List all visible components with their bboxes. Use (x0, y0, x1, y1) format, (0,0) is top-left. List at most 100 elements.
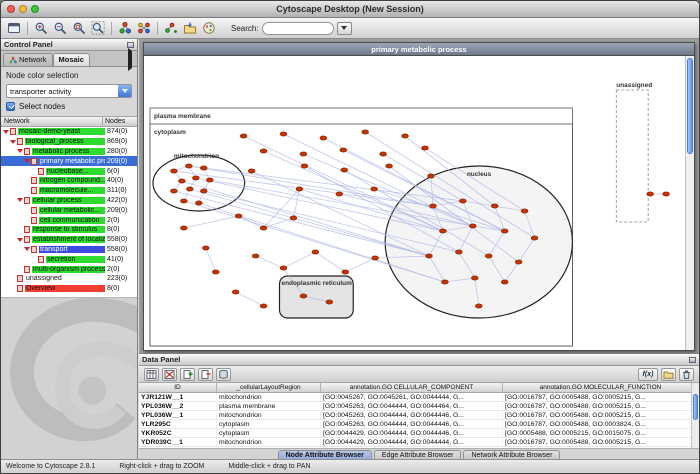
scrollbar-thumb[interactable] (687, 58, 693, 154)
import-attributes-button[interactable] (661, 368, 676, 381)
graph-node[interactable] (426, 254, 433, 258)
network-frame-titlebar[interactable]: primary metabolic process (144, 43, 694, 56)
graph-node[interactable] (200, 189, 207, 193)
new-attribute-button[interactable] (180, 368, 195, 381)
tree-row[interactable]: establishment of localiz...558(0) (1, 235, 137, 245)
tree-column-nodes[interactable]: Nodes (103, 117, 137, 126)
graph-node[interactable] (260, 149, 267, 153)
expand-arrow-icon[interactable] (17, 149, 23, 153)
graph-node[interactable] (195, 201, 202, 205)
graph-node[interactable] (663, 192, 670, 196)
graph-node[interactable] (521, 209, 528, 213)
expand-arrow-icon[interactable] (24, 247, 30, 251)
graph-edge[interactable] (315, 252, 345, 272)
select-nodes-checkbox[interactable] (6, 102, 15, 111)
window-titlebar[interactable]: Cytoscape Desktop (New Session) (1, 1, 699, 18)
table-vscrollbar[interactable] (691, 383, 699, 448)
graph-node[interactable] (212, 270, 219, 274)
graph-node[interactable] (491, 204, 498, 208)
graph-edge[interactable] (345, 258, 375, 272)
network-graph[interactable]: plasma membranecytoplasmmitochondrionnuc… (144, 56, 694, 350)
tree-row[interactable]: secretion41(0) (1, 254, 137, 264)
expand-arrow-icon[interactable] (17, 238, 23, 242)
graph-edge[interactable] (236, 292, 264, 306)
network-overview-button[interactable] (116, 20, 134, 37)
float-panel-icon[interactable] (689, 357, 696, 363)
graph-node[interactable] (252, 254, 259, 258)
graph-node[interactable] (469, 224, 476, 228)
tree-row[interactable]: macromolecule...311(0) (1, 186, 137, 196)
graph-node[interactable] (260, 304, 267, 308)
graph-node[interactable] (515, 260, 522, 264)
table-row[interactable]: YPL036W__1mitochondrion[GO:0045263, GO:0… (139, 411, 699, 420)
import-network-button[interactable] (181, 20, 199, 37)
graph-node[interactable] (260, 226, 267, 230)
graph-node[interactable] (402, 134, 409, 138)
zoom-in-button[interactable] (32, 20, 50, 37)
graph-node[interactable] (180, 199, 187, 203)
first-neighbors-button[interactable] (135, 20, 153, 37)
zoom-window-button[interactable] (31, 5, 39, 13)
graph-node[interactable] (340, 148, 347, 152)
scrollbar-thumb[interactable] (693, 394, 698, 420)
expand-arrow-icon[interactable] (17, 198, 23, 202)
graph-node[interactable] (280, 266, 287, 270)
graph-node[interactable] (200, 166, 207, 170)
network-canvas[interactable]: plasma membranecytoplasmmitochondrionnuc… (144, 56, 694, 350)
graph-node[interactable] (380, 152, 387, 156)
graph-node[interactable] (442, 280, 449, 284)
graph-node[interactable] (280, 132, 287, 136)
tree-row[interactable]: biological_process869(0) (1, 137, 137, 147)
tree-row[interactable]: primary metabolic process209(0) (1, 156, 137, 166)
graph-node[interactable] (290, 216, 297, 220)
table-row[interactable]: YLR295Ccytoplasm[GO:0045263, GO:0044444,… (139, 420, 699, 429)
expand-arrow-icon[interactable] (24, 159, 30, 163)
column-header[interactable]: annotation.GO MOLECULAR_FUNCTION (503, 383, 699, 392)
graph-node[interactable] (206, 178, 213, 182)
dropdown-button[interactable] (118, 85, 131, 97)
tree-row[interactable]: mosaic-demo-yeast874(0) (1, 127, 137, 137)
graph-node[interactable] (320, 136, 327, 140)
zoom-out-button[interactable] (51, 20, 69, 37)
graph-node[interactable] (312, 250, 319, 254)
graph-node[interactable] (336, 192, 343, 196)
column-header[interactable]: annotation.GO CELLULAR_COMPONENT (321, 383, 503, 392)
column-header[interactable]: _cellularLayoutRegion (217, 383, 321, 392)
graph-node[interactable] (342, 270, 349, 274)
graph-node[interactable] (485, 254, 492, 258)
graph-node[interactable] (341, 168, 348, 172)
graph-node[interactable] (180, 226, 187, 230)
tree-row[interactable]: transport558(0) (1, 245, 137, 255)
table-row[interactable]: YPL036W__2plasma membrane[GO:0045263, GO… (139, 402, 699, 411)
attribute-db-button[interactable] (216, 368, 231, 381)
graph-node[interactable] (235, 214, 242, 218)
graph-node[interactable] (501, 280, 508, 284)
graph-node[interactable] (371, 187, 378, 191)
graph-node[interactable] (471, 276, 478, 280)
tree-row[interactable]: response to stimulus8(0) (1, 225, 137, 235)
graph-edge[interactable] (256, 256, 284, 268)
tree-row[interactable]: cell communication2(0) (1, 215, 137, 225)
tree-row[interactable]: multi-organism process2(0) (1, 264, 137, 274)
graph-node[interactable] (171, 189, 178, 193)
search-input[interactable] (262, 22, 334, 35)
birdseye-view[interactable] (1, 297, 137, 459)
graph-node[interactable] (531, 236, 538, 240)
graph-node[interactable] (178, 179, 185, 183)
tab-scroll-right-button[interactable] (125, 51, 135, 69)
graph-edge[interactable] (283, 252, 315, 268)
tree-column-network[interactable]: Network (1, 117, 103, 126)
graph-node[interactable] (232, 290, 239, 294)
table-row[interactable]: YKR052Ccytoplasm[GO:0044429, GO:0044444,… (139, 429, 699, 438)
zoom-selected-button[interactable] (89, 20, 107, 37)
tree-row[interactable]: nucleobase...6(0) (1, 166, 137, 176)
new-network-button[interactable] (162, 20, 180, 37)
graph-node[interactable] (422, 146, 429, 150)
network-vscrollbar[interactable] (685, 56, 694, 350)
graph-node[interactable] (240, 134, 247, 138)
graph-node[interactable] (501, 229, 508, 233)
graph-node[interactable] (186, 187, 193, 191)
graph-edge[interactable] (206, 248, 216, 272)
graph-node[interactable] (301, 164, 308, 168)
tree-row[interactable]: cellular process422(0) (1, 196, 137, 206)
